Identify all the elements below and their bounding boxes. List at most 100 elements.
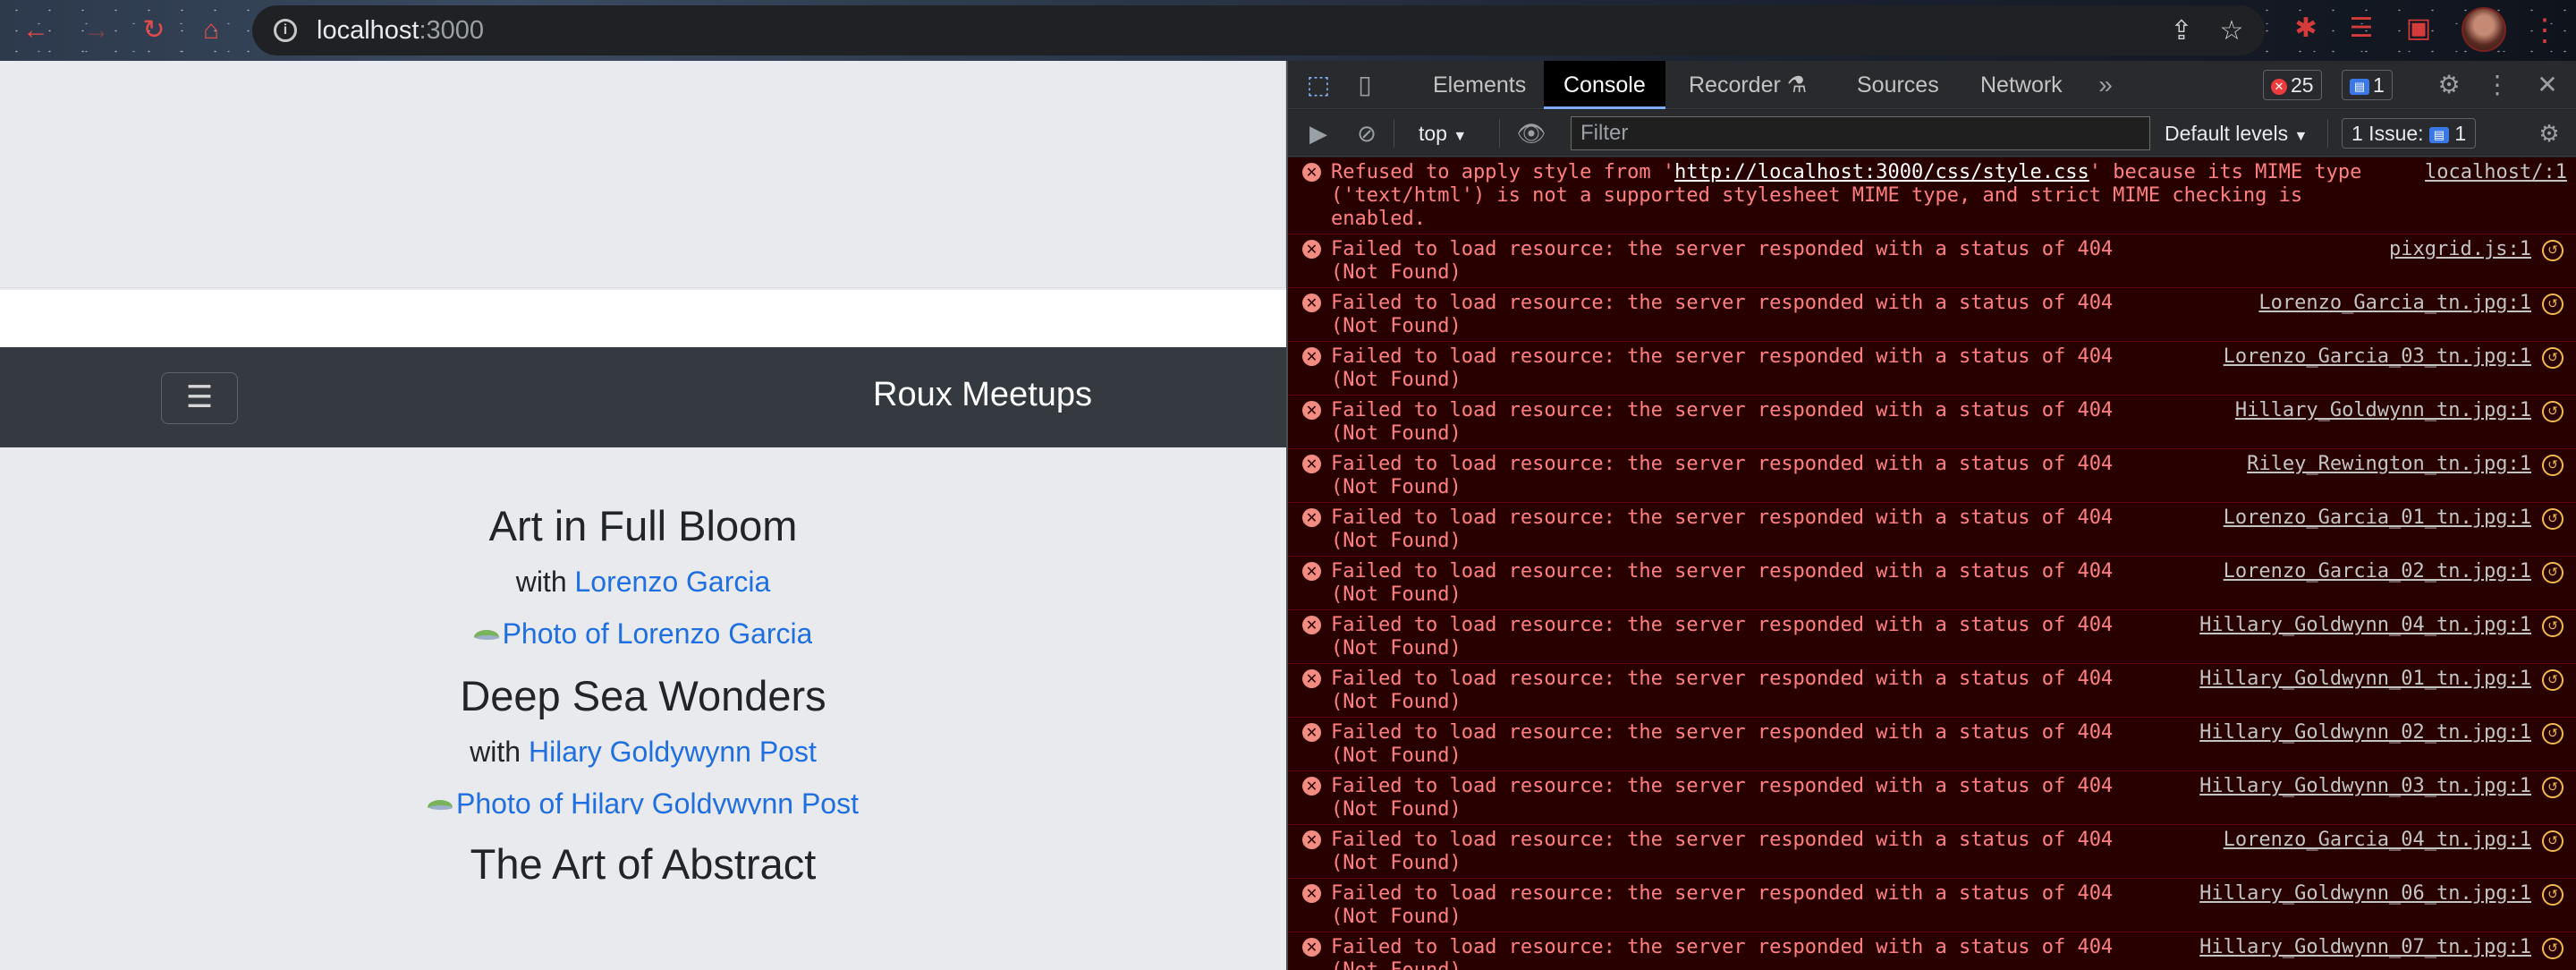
console-error-list: ✕ Failed to load resource: the server res…: [1288, 234, 2576, 970]
back-arrow-icon[interactable]: ←: [18, 13, 54, 48]
broken-image-icon: [473, 625, 503, 641]
message-source-link[interactable]: Lorenzo_Garcia_01_tn.jpg:1: [2216, 506, 2531, 530]
network-request-icon[interactable]: ↺: [2542, 777, 2563, 798]
network-request-icon[interactable]: ↺: [2542, 562, 2563, 583]
event-item: Art in Full Bloom with Lorenzo Garcia Ph…: [0, 501, 1286, 645]
network-request-icon[interactable]: ↺: [2542, 616, 2563, 637]
with-label: with: [470, 736, 521, 768]
console-error-message: ✕ Failed to load resource: the server res…: [1288, 342, 2576, 396]
address-url[interactable]: localhost:3000: [317, 16, 484, 46]
message-text: Failed to load resource: the server resp…: [1331, 775, 2114, 821]
error-icon: ✕: [1302, 347, 1321, 366]
network-request-icon[interactable]: ↺: [2542, 723, 2563, 745]
issues-label: 1 Issue:: [2351, 122, 2424, 145]
message-text: Failed to load resource: the server resp…: [1331, 238, 2114, 284]
devtools-menu-icon[interactable]: ⋮: [2479, 61, 2515, 109]
message-source-link[interactable]: Lorenzo_Garcia_03_tn.jpg:1: [2216, 345, 2531, 369]
tab-elements[interactable]: Elements: [1413, 61, 1546, 109]
event-title: Art in Full Bloom: [488, 502, 798, 549]
network-request-icon[interactable]: ↺: [2542, 938, 2563, 959]
dropdown-arrow-icon: ▼: [2293, 129, 2309, 144]
host-link[interactable]: Lorenzo Garcia: [575, 566, 771, 598]
error-icon: ✕: [1302, 508, 1321, 527]
message-count-badge[interactable]: ▤ 1: [2342, 70, 2393, 100]
site-info-icon[interactable]: i: [274, 19, 297, 42]
error-icon: ✕: [1302, 884, 1321, 903]
broken-image-icon: [428, 795, 456, 811]
message-source-link[interactable]: Hillary_Goldwynn_06_tn.jpg:1: [2192, 882, 2531, 906]
home-icon[interactable]: ⌂: [193, 13, 229, 48]
network-request-icon[interactable]: ↺: [2542, 240, 2563, 261]
tab-recorder[interactable]: Recorder ⚗: [1669, 61, 1826, 109]
extension-tools-icon[interactable]: ☰: [2345, 13, 2377, 45]
context-selector[interactable]: top ▼: [1419, 115, 1467, 151]
tab-network[interactable]: Network: [1961, 61, 2082, 109]
error-icon: ✕: [1302, 240, 1321, 259]
message-source-link[interactable]: Hillary_Goldwynn_07_tn.jpg:1: [2192, 936, 2531, 959]
tab-console[interactable]: Console: [1544, 61, 1665, 109]
message-url-link[interactable]: http://localhost:3000/css/style.css: [1674, 161, 2089, 183]
url-port: :3000: [419, 15, 485, 45]
message-source-link[interactable]: Lorenzo_Garcia_02_tn.jpg:1: [2216, 560, 2531, 583]
levels-label: Default levels: [2165, 122, 2289, 145]
message-source-link[interactable]: Hillary_Goldwynn_04_tn.jpg:1: [2192, 614, 2531, 637]
network-request-icon[interactable]: ↺: [2542, 401, 2563, 422]
inspect-element-icon[interactable]: ⬚: [1301, 61, 1336, 109]
event-host-line: with Hilary Goldywynn Post: [0, 734, 1286, 770]
spacer: [0, 290, 1286, 347]
hamburger-icon: ☰: [185, 380, 214, 414]
network-request-icon[interactable]: ↺: [2542, 508, 2563, 530]
console-error-message: ✕ Failed to load resource: the server res…: [1288, 664, 2576, 718]
live-expression-eye-icon[interactable]: 👁: [1513, 115, 1549, 151]
network-request-icon[interactable]: ↺: [2542, 669, 2563, 691]
message-source-link[interactable]: Riley_Rewington_tn.jpg:1: [2240, 453, 2531, 476]
sidebar-toggle-icon[interactable]: ▶: [1301, 115, 1336, 151]
navbar-toggler-button[interactable]: ☰: [161, 372, 238, 424]
devtools-panel: ⬚ ▯ Elements Console Recorder ⚗ Sources …: [1286, 61, 2576, 970]
error-count-badge[interactable]: ✕ 25: [2263, 70, 2322, 100]
hero-banner: [0, 61, 1286, 288]
console-filter-input[interactable]: Filter: [1571, 116, 2150, 150]
more-tabs-icon[interactable]: »: [2088, 61, 2123, 109]
host-link[interactable]: Hilary Goldywynn Post: [529, 736, 817, 768]
issues-count: 1: [2454, 122, 2467, 145]
console-error-message: ✕ Failed to load resource: the server res…: [1288, 771, 2576, 825]
issues-button[interactable]: 1 Issue: ▤ 1: [2342, 118, 2477, 149]
network-request-icon[interactable]: ↺: [2542, 884, 2563, 906]
message-source-link[interactable]: pixgrid.js:1: [2382, 238, 2531, 261]
extension-puzzle-icon[interactable]: ✱: [2290, 13, 2322, 45]
photo-alt-text: Photo of Lorenzo Garcia: [502, 617, 813, 644]
bookmark-star-icon[interactable]: ☆: [2216, 16, 2247, 47]
clear-console-icon[interactable]: ⊘: [1349, 115, 1385, 151]
message-source-link[interactable]: Hillary_Goldwynn_01_tn.jpg:1: [2192, 668, 2531, 691]
browser-menu-icon[interactable]: ⋮: [2529, 11, 2560, 50]
extension-sidebar-icon[interactable]: ▣: [2402, 13, 2435, 45]
close-icon[interactable]: ✕: [2529, 61, 2565, 109]
reload-icon[interactable]: ↻: [136, 13, 172, 48]
console-error-message: ✕ Failed to load resource: the server res…: [1288, 718, 2576, 771]
forward-arrow-icon[interactable]: →: [79, 13, 114, 48]
network-request-icon[interactable]: ↺: [2542, 455, 2563, 476]
message-source-link[interactable]: Hillary_Goldwynn_tn.jpg:1: [2227, 399, 2531, 422]
site-brand[interactable]: Roux Meetups: [873, 376, 1092, 414]
network-request-icon[interactable]: ↺: [2542, 294, 2563, 315]
log-levels-dropdown[interactable]: Default levels ▼: [2165, 115, 2308, 151]
device-toolbar-icon[interactable]: ▯: [1347, 61, 1383, 109]
message-source-link[interactable]: Hillary_Goldwynn_02_tn.jpg:1: [2192, 721, 2531, 745]
tab-recorder-label: Recorder: [1689, 72, 1781, 98]
events-list: Art in Full Bloom with Lorenzo Garcia Ph…: [0, 447, 1286, 970]
address-bar[interactable]: i localhost:3000 ⇪ ☆: [252, 5, 2265, 55]
share-icon[interactable]: ⇪: [2166, 16, 2197, 47]
message-source-link[interactable]: Lorenzo_Garcia_tn.jpg:1: [2251, 292, 2531, 315]
network-request-icon[interactable]: ↺: [2542, 830, 2563, 852]
message-source-link[interactable]: localhost/:1: [2418, 161, 2567, 184]
url-host: localhost: [317, 15, 419, 45]
message-source-link[interactable]: Hillary_Goldwynn_03_tn.jpg:1: [2192, 775, 2531, 798]
console-error-message: ✕ Failed to load resource: the server res…: [1288, 449, 2576, 503]
profile-avatar[interactable]: [2462, 7, 2506, 52]
tab-sources[interactable]: Sources: [1837, 61, 1959, 109]
settings-gear-icon[interactable]: ⚙: [2431, 61, 2467, 109]
console-settings-gear-icon[interactable]: ⚙: [2531, 115, 2567, 151]
message-source-link[interactable]: Lorenzo_Garcia_04_tn.jpg:1: [2216, 829, 2531, 852]
network-request-icon[interactable]: ↺: [2542, 347, 2563, 369]
